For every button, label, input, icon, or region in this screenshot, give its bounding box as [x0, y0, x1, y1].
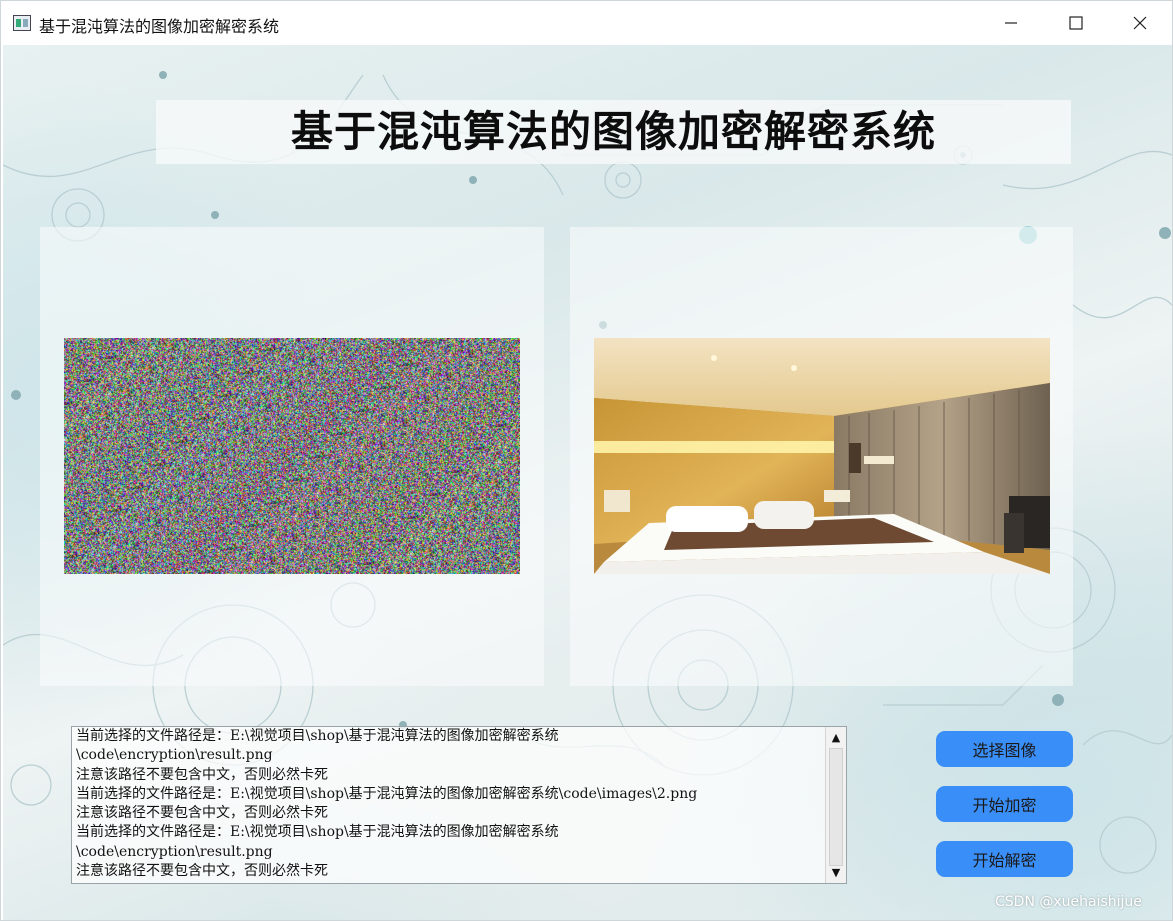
heading-panel: 基于混沌算法的图像加密解密系统 [156, 100, 1071, 164]
select-image-button[interactable]: 选择图像 [936, 731, 1073, 767]
scroll-up-button[interactable]: ▲ [826, 728, 846, 747]
title-bar[interactable]: 基于混沌算法的图像加密解密系统 [1, 1, 1172, 45]
page-title: 基于混沌算法的图像加密解密系统 [290, 107, 936, 156]
encrypted-image-panel [40, 227, 544, 686]
arrow-down-icon: ▼ [831, 866, 841, 879]
log-line: 注意该路径不要包含中文，否则必然卡死 [76, 766, 328, 783]
log-line: \code\encryption\result.png [76, 747, 273, 764]
window-title: 基于混沌算法的图像加密解密系统 [39, 17, 280, 36]
log-scrollbar[interactable]: ▲ ▼ [825, 727, 846, 883]
main-area: 基于混沌算法的图像加密解密系统 当前选择的文件路径是：E:\视觉项目\shop\… [3, 45, 1172, 920]
maximize-button[interactable] [1044, 1, 1108, 45]
maximize-icon [1069, 16, 1083, 30]
log-line: 当前选择的文件路径是：E:\视觉项目\shop\基于混沌算法的图像加密解密系统\… [76, 785, 698, 802]
log-line: 当前选择的文件路径是：E:\视觉项目\shop\基于混沌算法的图像加密解密系统 [76, 824, 559, 841]
start-encrypt-button[interactable]: 开始加密 [936, 786, 1073, 822]
minimize-button[interactable] [979, 1, 1043, 45]
original-image [594, 338, 1050, 574]
original-image-panel [570, 227, 1073, 686]
watermark: CSDN @xuehaishijue [995, 894, 1142, 910]
scroll-down-button[interactable]: ▼ [826, 863, 846, 882]
start-decrypt-button[interactable]: 开始解密 [936, 841, 1073, 877]
scroll-thumb[interactable] [829, 748, 843, 866]
log-line: 注意该路径不要包含中文，否则必然卡死 [76, 863, 328, 880]
log-line: 当前选择的文件路径是：E:\视觉项目\shop\基于混沌算法的图像加密解密系统 [76, 728, 559, 744]
close-icon [1133, 16, 1147, 30]
encrypted-image [64, 338, 520, 574]
minimize-icon [1005, 22, 1017, 24]
close-button[interactable] [1108, 1, 1172, 45]
log-text: 当前选择的文件路径是：E:\视觉项目\shop\基于混沌算法的图像加密解密系统 \… [76, 727, 826, 883]
app-window-icon [13, 15, 31, 31]
app-window: 基于混沌算法的图像加密解密系统 基于混沌算法的图像加密解密系统 当前选择的文件路… [0, 0, 1173, 921]
arrow-up-icon: ▲ [831, 731, 841, 744]
log-line: 注意该路径不要包含中文，否则必然卡死 [76, 805, 328, 822]
log-line: \code\encryption\result.png [76, 843, 273, 860]
log-output[interactable]: 当前选择的文件路径是：E:\视觉项目\shop\基于混沌算法的图像加密解密系统 \… [71, 726, 847, 884]
